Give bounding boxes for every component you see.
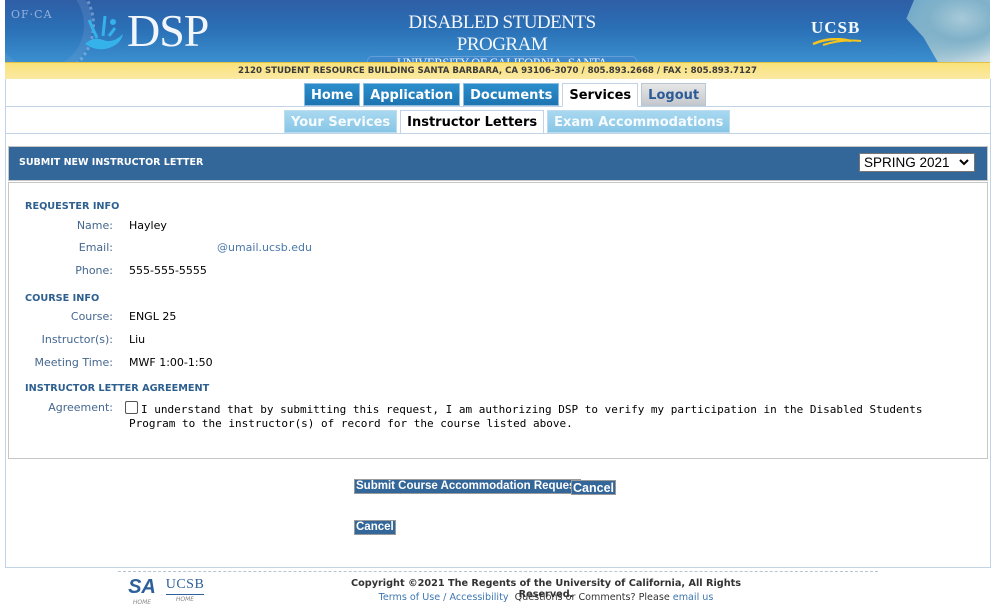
instructor-value: Liu — [129, 333, 146, 346]
cancel-button[interactable]: Cancel — [571, 480, 616, 495]
panel-header: SUBMIT NEW INSTRUCTOR LETTER SPRING 2021 — [8, 146, 988, 181]
header-banner: OF·CA DSP DISABLED STUDENTS PROGRAM UNIV… — [5, 0, 990, 62]
course-info-heading: COURSE INFO — [25, 293, 100, 304]
panel-title: SUBMIT NEW INSTRUCTOR LETTER — [19, 157, 204, 168]
footer-divider — [118, 571, 878, 572]
instructor-label: Instructor(s): — [41, 333, 113, 346]
ucsb-home-label: HOME — [175, 596, 195, 603]
tab-documents[interactable]: Documents — [463, 83, 560, 106]
agreement-heading: INSTRUCTOR LETTER AGREEMENT — [25, 383, 210, 394]
address-bar: 2120 STUDENT RESOURCE BUILDING SANTA BAR… — [5, 62, 990, 79]
tab-home[interactable]: Home — [304, 83, 361, 106]
tab-logout[interactable]: Logout — [641, 83, 707, 106]
program-title: DISABLED STUDENTS PROGRAM UNIVERSITY OF … — [367, 12, 637, 62]
sa-logo: SA — [128, 576, 156, 598]
accessibility-link[interactable]: Accessibility — [449, 592, 508, 603]
questions-text: Questions or Comments? Please — [514, 592, 670, 603]
name-value: Hayley — [129, 219, 167, 232]
meeting-time-value: MWF 1:00-1:50 — [129, 356, 213, 369]
chevron-down-icon — [959, 159, 969, 166]
course-value: ENGL 25 — [129, 310, 177, 323]
email-value: @umail.ucsb.edu — [217, 241, 312, 254]
footer-links: Terms of Use / Accessibility Questions o… — [340, 592, 752, 603]
term-select[interactable]: SPRING 2021 — [859, 153, 975, 172]
subtab-exam-accommodations[interactable]: Exam Accommodations — [547, 110, 731, 133]
course-label: Course: — [70, 310, 113, 323]
dsp-logo: DSP — [127, 5, 209, 56]
ucsb-swoosh-icon — [812, 38, 862, 46]
email-label: Email: — [78, 241, 113, 254]
dsp-hand-icon — [85, 15, 123, 50]
email-us-link[interactable]: email us — [673, 592, 714, 603]
tab-application[interactable]: Application — [363, 83, 461, 106]
program-name: DISABLED STUDENTS PROGRAM — [408, 12, 596, 55]
ucsb-logo: UCSB — [811, 18, 861, 37]
sa-home-label: HOME — [132, 599, 152, 606]
terms-of-use-link[interactable]: Terms of Use — [379, 592, 441, 603]
panel-body: REQUESTER INFO Name: Hayley Email: @umai… — [8, 182, 988, 459]
sa-home-link[interactable]: SA HOME — [128, 576, 156, 607]
main-nav: Home Application Documents Services Logo… — [6, 79, 990, 107]
ucsb-footer-logo: UCSB — [165, 576, 205, 595]
submit-request-button[interactable]: Submit Course Accommodation Request — [354, 479, 582, 494]
term-select-value: SPRING 2021 — [864, 155, 950, 170]
ucsb-home-link[interactable]: UCSB HOME — [163, 576, 207, 604]
agreement-label: Agreement: — [48, 401, 113, 414]
cancel-bottom-button[interactable]: Cancel — [354, 520, 396, 535]
subtab-your-services[interactable]: Your Services — [284, 110, 398, 133]
phone-label: Phone: — [75, 264, 113, 277]
tab-services[interactable]: Services — [562, 83, 639, 107]
seal-text: OF·CA — [11, 8, 53, 21]
sub-nav: Your Services Instructor Letters Exam Ac… — [6, 107, 990, 134]
agreement-text: I understand that by submitting this req… — [129, 403, 923, 430]
requester-info-heading: REQUESTER INFO — [25, 201, 120, 212]
subtab-instructor-letters[interactable]: Instructor Letters — [400, 110, 545, 134]
name-label: Name: — [76, 219, 113, 232]
phone-value: 555-555-5555 — [129, 264, 207, 277]
meeting-time-label: Meeting Time: — [34, 356, 113, 369]
coastline-image — [906, 0, 990, 62]
